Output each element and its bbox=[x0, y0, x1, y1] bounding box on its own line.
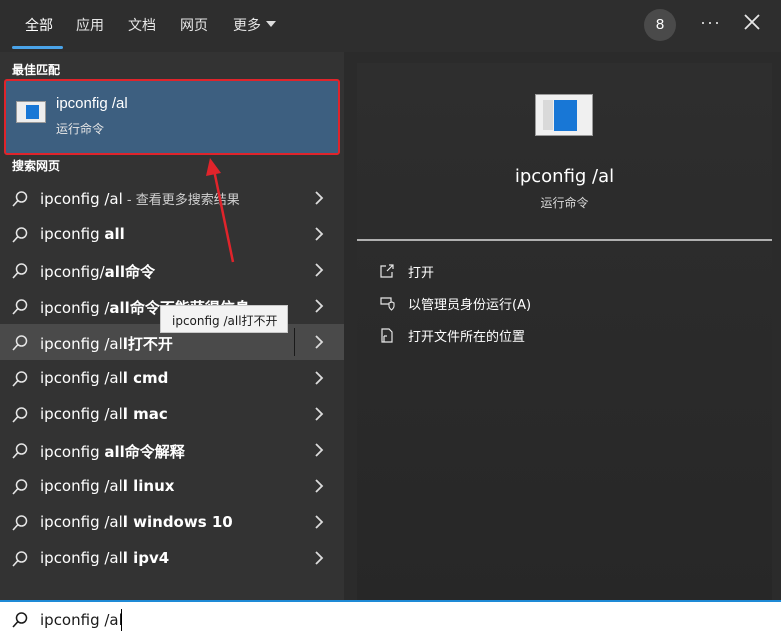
web-suggestion-row[interactable]: ipconfig /al - 查看更多搜索结果 bbox=[0, 180, 344, 216]
web-suggestion-row[interactable]: ipconfig /all mac bbox=[0, 396, 344, 432]
chevron-right-icon[interactable] bbox=[313, 515, 325, 529]
chevron-right-icon[interactable] bbox=[313, 227, 325, 241]
web-suggestion-label: ipconfig/all命令 bbox=[40, 263, 156, 281]
preview-pane: ipconfig /al 运行命令 打开 以管理员身份运行(A) 打开文件所在的… bbox=[357, 63, 772, 600]
search-icon bbox=[12, 191, 28, 207]
web-suggestion-label: ipconfig all命令解释 bbox=[40, 443, 185, 461]
tooltip: ipconfig /all打不开 bbox=[160, 305, 288, 333]
action-open-file-location-label: 打开文件所在的位置 bbox=[408, 330, 526, 345]
search-icon bbox=[12, 371, 28, 387]
search-icon bbox=[12, 299, 28, 315]
run-window-icon bbox=[16, 101, 46, 123]
web-suggestion-label: ipconfig /all linux bbox=[40, 477, 175, 495]
web-suggestion-label: ipconfig /all打不开 bbox=[40, 335, 173, 353]
search-icon bbox=[12, 515, 28, 531]
chevron-right-icon[interactable] bbox=[313, 551, 325, 565]
web-suggestion-row[interactable]: ipconfig /all linux bbox=[0, 468, 344, 504]
search-icon bbox=[12, 407, 28, 423]
web-suggestion-label: ipconfig /all windows 10 bbox=[40, 513, 233, 531]
chevron-down-icon[interactable] bbox=[266, 21, 276, 27]
web-suggestion-row[interactable]: ipconfig /all windows 10 bbox=[0, 504, 344, 540]
search-box[interactable]: ipconfig /al bbox=[0, 600, 781, 636]
search-input[interactable]: ipconfig /al bbox=[40, 611, 123, 629]
action-open[interactable]: 打开 bbox=[379, 261, 759, 285]
best-match-subtitle: 运行命令 bbox=[56, 122, 105, 136]
active-tab-indicator bbox=[12, 46, 63, 49]
chevron-right-icon[interactable] bbox=[313, 443, 325, 457]
top-bar: 全部 应用 文档 网页 更多 8 ··· bbox=[0, 0, 781, 52]
tab-apps[interactable]: 应用 bbox=[76, 15, 104, 35]
web-suggestion-label: ipconfig /all cmd bbox=[40, 369, 169, 387]
chevron-right-icon[interactable] bbox=[313, 371, 325, 385]
web-suggestion-row[interactable]: ipconfig all命令解释 bbox=[0, 432, 344, 468]
web-search-heading: 搜索网页 bbox=[12, 159, 61, 173]
open-icon bbox=[380, 264, 394, 278]
best-match-heading: 最佳匹配 bbox=[12, 63, 61, 77]
action-open-label: 打开 bbox=[408, 266, 435, 281]
ellipsis-icon[interactable]: ··· bbox=[700, 12, 721, 33]
web-suggestion-label: ipconfig /all mac bbox=[40, 405, 168, 423]
web-suggestion-row[interactable]: ipconfig/all命令 bbox=[0, 252, 344, 288]
web-suggestion-label: ipconfig all bbox=[40, 225, 125, 243]
divider bbox=[357, 239, 772, 241]
file-location-icon bbox=[381, 328, 393, 343]
chevron-right-icon[interactable] bbox=[313, 191, 325, 205]
web-suggestion-label: ipconfig /all ipv4 bbox=[40, 549, 170, 567]
tab-documents[interactable]: 文档 bbox=[128, 15, 156, 35]
row-separator bbox=[294, 328, 295, 356]
preview-title: ipconfig /al bbox=[514, 166, 615, 187]
search-icon bbox=[12, 335, 28, 351]
action-run-as-admin-label: 以管理员身份运行(A) bbox=[408, 298, 532, 313]
web-suggestion-row[interactable]: ipconfig all bbox=[0, 216, 344, 252]
tab-more[interactable]: 更多 bbox=[233, 15, 261, 35]
web-suggestion-row[interactable]: ipconfig /all ipv4 bbox=[0, 540, 344, 576]
action-open-file-location[interactable]: 打开文件所在的位置 bbox=[379, 325, 759, 349]
rewards-badge[interactable]: 8 bbox=[644, 9, 676, 41]
search-icon bbox=[12, 551, 28, 567]
tab-web[interactable]: 网页 bbox=[180, 15, 208, 35]
web-suggestion-row[interactable]: ipconfig /all cmd bbox=[0, 360, 344, 396]
best-match-item[interactable]: ipconfig /al 运行命令 bbox=[4, 79, 340, 155]
search-icon bbox=[12, 479, 28, 495]
action-run-as-admin[interactable]: 以管理员身份运行(A) bbox=[379, 293, 759, 317]
chevron-right-icon[interactable] bbox=[313, 263, 325, 277]
run-window-icon bbox=[535, 94, 593, 136]
close-icon[interactable] bbox=[740, 10, 764, 34]
preview-subtitle: 运行命令 bbox=[540, 196, 589, 210]
search-icon bbox=[12, 263, 28, 279]
search-icon bbox=[12, 443, 28, 459]
best-match-title: ipconfig /al bbox=[56, 95, 128, 112]
search-icon bbox=[12, 227, 28, 243]
web-suggestion-label: ipconfig /al - 查看更多搜索结果 bbox=[40, 190, 240, 208]
text-caret bbox=[121, 609, 122, 631]
search-icon bbox=[12, 612, 28, 628]
shield-icon bbox=[380, 297, 395, 311]
chevron-right-icon[interactable] bbox=[313, 299, 325, 313]
chevron-right-icon[interactable] bbox=[313, 335, 325, 349]
chevron-right-icon[interactable] bbox=[313, 479, 325, 493]
chevron-right-icon[interactable] bbox=[313, 407, 325, 421]
tab-all[interactable]: 全部 bbox=[25, 15, 53, 35]
